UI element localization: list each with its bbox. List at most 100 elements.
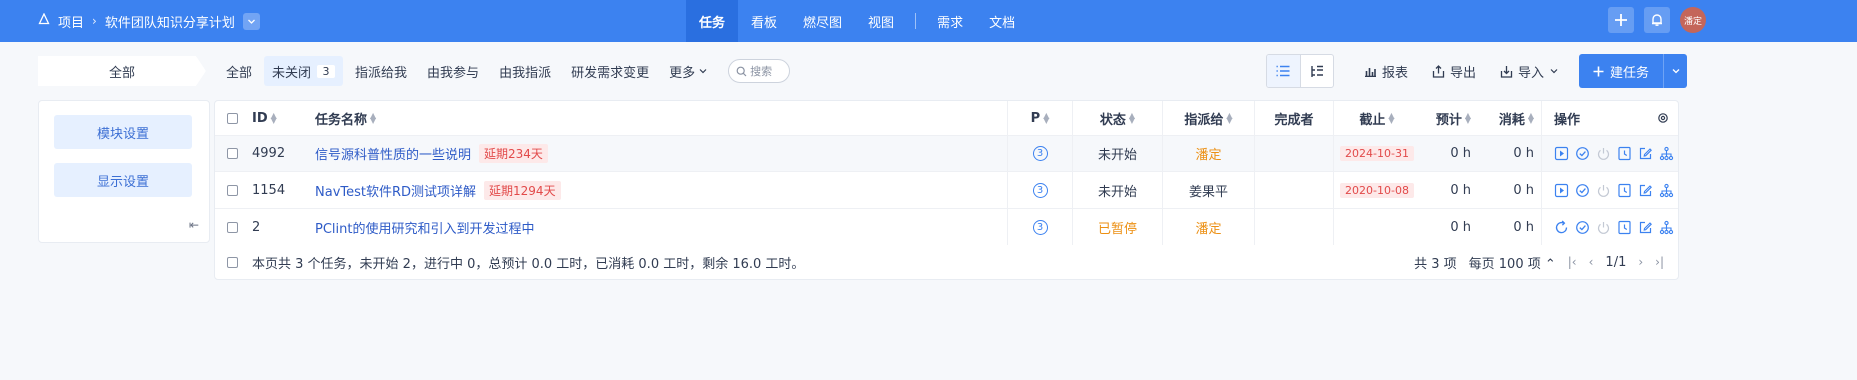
create-task-button[interactable]: 建任务	[1578, 54, 1663, 88]
table-row[interactable]: 2 PClint的使用研究和引入到开发过程中 3 已暂停 潘定 0 h 0 h	[215, 209, 1678, 245]
finish-icon[interactable]	[1575, 183, 1590, 198]
nav-tab-docs[interactable]: 文档	[976, 0, 1028, 42]
edit-icon[interactable]	[1638, 146, 1653, 161]
prev-page-icon[interactable]: ‹	[1589, 255, 1594, 269]
col-pri-label: P	[1030, 110, 1041, 126]
delay-badge: 延期234天	[479, 144, 548, 163]
filter-tab-all[interactable]: 全部	[218, 56, 260, 86]
subtask-icon[interactable]	[1659, 146, 1674, 161]
task-title-link[interactable]: NavTest软件RD测试项详解	[315, 181, 476, 200]
subtask-icon[interactable]	[1659, 220, 1674, 235]
task-id: 1154	[252, 182, 286, 198]
report-button[interactable]: 报表	[1352, 62, 1420, 81]
priority-badge: 3	[1032, 182, 1048, 198]
table-row[interactable]: 1154 NavTest软件RD测试项详解 延期1294天 3 未开始 姜果平 …	[215, 172, 1678, 209]
page-size-selector[interactable]: 每页 100 项 ⌃	[1469, 253, 1556, 272]
col-finisher-label: 完成者	[1274, 112, 1314, 128]
display-settings-button[interactable]: 显示设置	[54, 163, 192, 197]
filter-tab-assigned-to-me[interactable]: 指派给我	[347, 56, 415, 86]
project-switch-dropdown[interactable]	[242, 12, 260, 30]
last-page-icon[interactable]: ›|	[1655, 255, 1664, 269]
assignee-cell[interactable]: 姜果平	[1163, 172, 1255, 208]
search-input[interactable]: 搜索	[728, 59, 791, 83]
row-select-cell	[215, 136, 245, 171]
filter-tab-more[interactable]: 更多	[661, 56, 716, 86]
module-settings-button[interactable]: 模块设置	[54, 115, 192, 149]
next-page-icon[interactable]: ›	[1638, 255, 1643, 269]
add-button[interactable]	[1608, 7, 1634, 33]
tree-view-button[interactable]	[1299, 55, 1333, 87]
col-name[interactable]: 任务名称 ▲ ▼	[307, 101, 1008, 135]
restart-icon[interactable]	[1554, 220, 1569, 235]
finisher-cell	[1255, 172, 1334, 208]
col-status[interactable]: 状态 ▲ ▼	[1073, 101, 1163, 135]
filter-tab-label: 未关闭	[272, 65, 312, 81]
task-title-link[interactable]: PClint的使用研究和引入到开发过程中	[315, 218, 534, 237]
col-pri[interactable]: P ▲ ▼	[1008, 101, 1073, 135]
consumed-cell: 0 h	[1478, 172, 1542, 208]
close-power-icon[interactable]	[1596, 220, 1611, 235]
search-icon	[736, 66, 747, 76]
nav-tab-tasks[interactable]: 任务	[686, 0, 739, 42]
first-page-icon[interactable]: |‹	[1568, 255, 1577, 269]
module-all-selector[interactable]: 全部	[38, 56, 206, 86]
export-button[interactable]: 导出	[1420, 62, 1488, 81]
table-row[interactable]: 4992 信号源科普性质的一些说明 延期234天 3 未开始 潘定 2024-1…	[215, 136, 1678, 172]
nav-tab-requirements[interactable]: 需求	[924, 0, 976, 42]
collapse-sidebar-icon[interactable]: ⇤	[189, 218, 199, 232]
estimate-cell: 0 h	[1450, 146, 1471, 161]
top-nav-bar: 项目 › 软件团队知识分享计划 任务 看板 燃尽图 视图 需求 文档 潘定	[0, 0, 1857, 42]
import-button[interactable]: 导入	[1488, 62, 1571, 81]
assignee-cell[interactable]: 潘定	[1163, 136, 1255, 171]
main-nav-tabs: 任务 看板 燃尽图 视图 需求 文档	[686, 0, 1028, 42]
notification-button[interactable]	[1644, 7, 1670, 33]
status-cell: 已暂停	[1073, 209, 1163, 245]
finisher-cell	[1255, 136, 1334, 171]
close-power-icon[interactable]	[1596, 183, 1611, 198]
breadcrumb: 项目 › 软件团队知识分享计划	[38, 0, 260, 42]
col-deadline[interactable]: 截止 ▲ ▼	[1334, 101, 1420, 135]
filter-tab-participated[interactable]: 由我参与	[419, 56, 487, 86]
subtask-icon[interactable]	[1659, 183, 1674, 198]
list-view-button[interactable]	[1266, 55, 1300, 87]
col-assignee[interactable]: 指派给 ▲ ▼	[1163, 101, 1255, 135]
row-select-cell	[215, 209, 245, 245]
col-id[interactable]: ID ▲ ▼	[245, 101, 307, 135]
col-estimate[interactable]: 预计 ▲ ▼	[1420, 101, 1478, 135]
finish-icon[interactable]	[1575, 146, 1590, 161]
filter-tab-assigned-by-me[interactable]: 由我指派	[491, 56, 559, 86]
close-power-icon[interactable]	[1596, 146, 1611, 161]
col-finisher[interactable]: 完成者	[1255, 101, 1334, 135]
column-settings-icon[interactable]	[1650, 101, 1678, 135]
start-icon[interactable]	[1554, 146, 1569, 161]
col-actions: 操作	[1542, 101, 1650, 135]
filter-tab-unclosed[interactable]: 未关闭 3	[264, 56, 344, 86]
row-checkbox[interactable]	[227, 184, 238, 196]
record-effort-icon[interactable]	[1617, 183, 1632, 198]
row-checkbox[interactable]	[227, 148, 238, 159]
start-icon[interactable]	[1554, 183, 1569, 198]
edit-icon[interactable]	[1638, 183, 1653, 198]
breadcrumb-project[interactable]: 软件团队知识分享计划	[105, 12, 235, 31]
filter-tab-story-change[interactable]: 研发需求变更	[563, 56, 657, 86]
footer-select-all-checkbox[interactable]	[227, 256, 238, 268]
edit-icon[interactable]	[1638, 220, 1653, 235]
avatar[interactable]: 潘定	[1680, 7, 1706, 33]
breadcrumb-root[interactable]: 项目	[58, 12, 84, 31]
nav-tab-view[interactable]: 视图	[855, 0, 907, 42]
sort-icon: ▲ ▼	[270, 111, 277, 125]
row-checkbox[interactable]	[227, 221, 238, 233]
record-effort-icon[interactable]	[1617, 146, 1632, 161]
select-all-checkbox[interactable]	[227, 112, 238, 124]
more-label: 更多	[669, 65, 696, 81]
task-title-link[interactable]: 信号源科普性质的一些说明	[315, 144, 471, 163]
col-consumed[interactable]: 消耗 ▲ ▼	[1478, 101, 1542, 135]
finish-icon[interactable]	[1575, 220, 1590, 235]
priority-cell: 3	[1008, 172, 1073, 208]
create-task-dropdown[interactable]	[1663, 54, 1687, 88]
nav-tab-kanban[interactable]: 看板	[738, 0, 790, 42]
nav-tab-burndown[interactable]: 燃尽图	[790, 0, 855, 42]
record-effort-icon[interactable]	[1617, 220, 1632, 235]
assignee-cell[interactable]: 潘定	[1163, 209, 1255, 245]
sort-icon: ▲ ▼	[1464, 111, 1471, 125]
